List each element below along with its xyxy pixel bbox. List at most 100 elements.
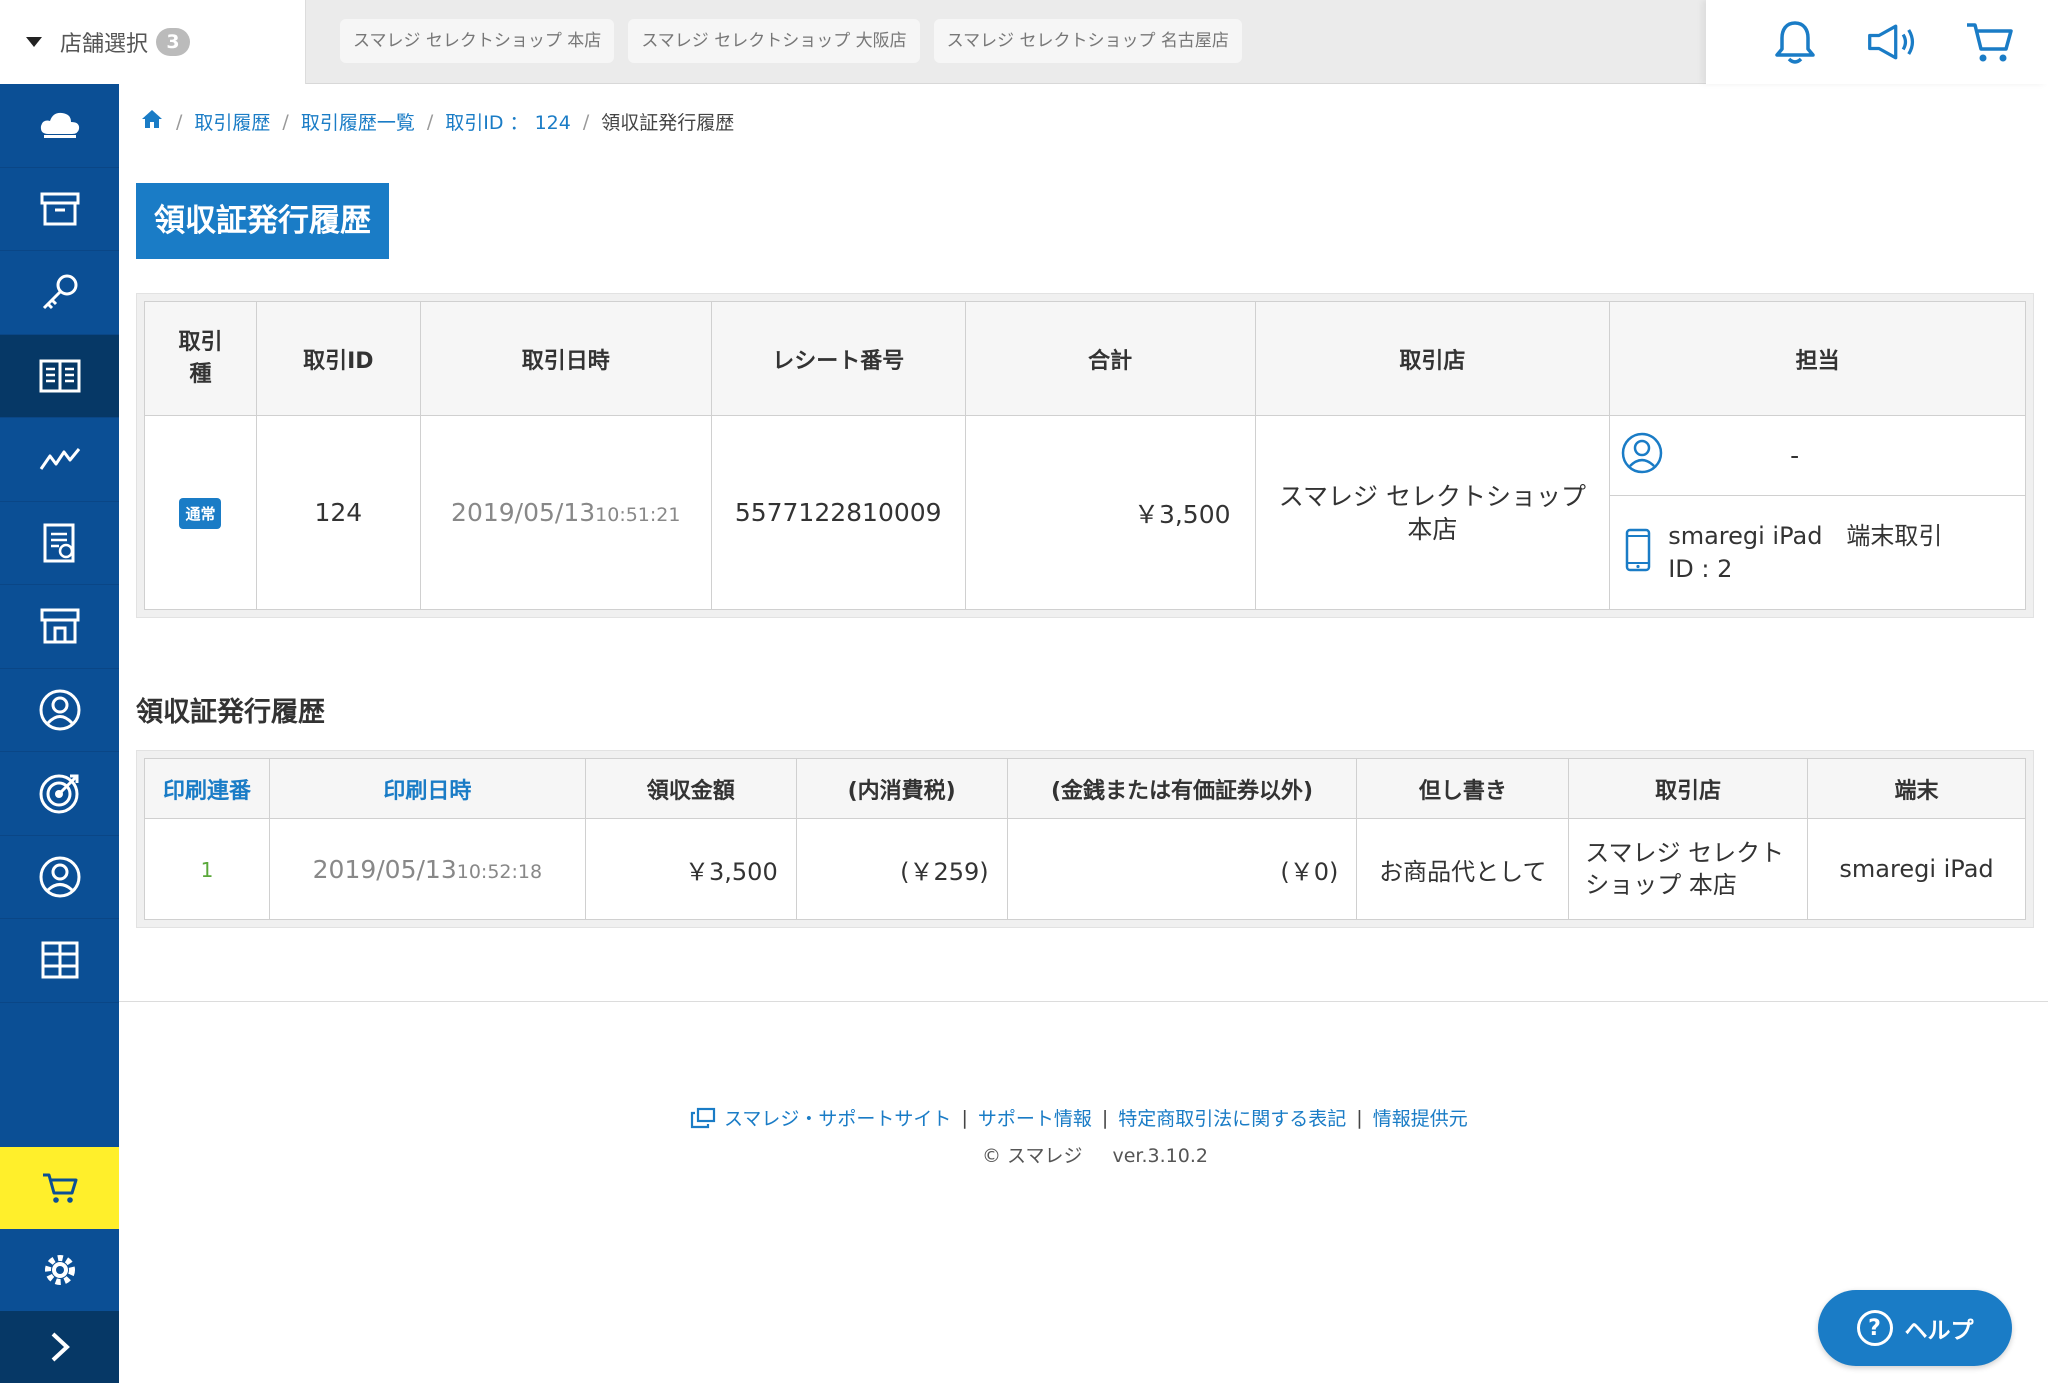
column-header-store: 取引店	[1254, 301, 1611, 416]
external-link-icon	[690, 1107, 716, 1129]
column-header-amount: 領収金額	[584, 758, 797, 819]
receipt-number: 5577122810009	[710, 415, 966, 610]
bell-icon[interactable]	[1769, 16, 1821, 68]
store-tab-honten[interactable]: スマレジ セレクトショップ 本店	[340, 19, 615, 63]
type-cell: 通常	[144, 415, 257, 610]
sidebar-cart-button[interactable]	[0, 1147, 119, 1229]
help-button[interactable]: ? ヘルプ	[1818, 1290, 2012, 1366]
transaction-store-label: スマレジ セレクトショップ 本店	[1278, 481, 1586, 544]
receipt-amount: ￥3,500	[584, 818, 797, 920]
transaction-time: 10:51:21	[595, 504, 681, 526]
footer-separator: |	[1101, 1106, 1109, 1129]
transaction-date: 2019/05/13	[451, 498, 596, 527]
footer-link-legal[interactable]: 特定商取引法に関する表記	[1118, 1104, 1346, 1131]
caret-down-icon	[26, 37, 42, 47]
transaction-store: スマレジ セレクトショップ 本店	[1254, 415, 1611, 610]
key-icon	[42, 274, 77, 310]
column-header-tax: (内消費税)	[795, 758, 1008, 819]
transaction-table: 取引 種 取引ID 取引日時 レシート番号 合計 取引店 担当 通常 124 2…	[144, 301, 2026, 610]
book-icon	[39, 359, 80, 393]
cart-icon[interactable]	[1963, 16, 2015, 68]
transaction-table-wrapper: 取引 種 取引ID 取引日時 レシート番号 合計 取引店 担当 通常 124 2…	[136, 293, 2034, 618]
breadcrumb-current: 領収証発行履歴	[601, 112, 735, 134]
print-seq: 1	[144, 818, 270, 920]
top-bar: 店舗選択 3 スマレジ セレクトショップ 本店 スマレジ セレクトショップ 大阪…	[0, 0, 2048, 84]
footer-link-support-site[interactable]: スマレジ・サポートサイト	[724, 1104, 951, 1131]
store-tab-nagoya[interactable]: スマレジ セレクトショップ 名古屋店	[933, 19, 1242, 63]
sidebar-item-key[interactable]	[0, 251, 119, 335]
breadcrumb-link-history[interactable]: 取引履歴	[194, 108, 270, 135]
table-header-row: 取引 種 取引ID 取引日時 レシート番号 合計 取引店 担当	[144, 301, 2026, 416]
breadcrumb-separator: /	[176, 110, 183, 133]
store-icon	[40, 608, 79, 644]
sidebar-settings-button[interactable]	[0, 1229, 119, 1311]
home-icon[interactable]	[140, 108, 164, 135]
staff-avatar-icon	[1620, 431, 1664, 481]
column-header-id: 取引ID	[255, 301, 421, 416]
question-icon: ?	[1856, 1310, 1893, 1346]
cloud-icon	[40, 113, 79, 139]
version-text: ver.3.10.2	[1112, 1145, 1208, 1167]
transaction-total: ￥3,500	[964, 415, 1256, 610]
target-icon	[39, 774, 78, 814]
column-header-staff: 担当	[1609, 301, 2026, 416]
sidebar-expand-button[interactable]	[0, 1311, 119, 1383]
sidebar-item-staff[interactable]	[0, 836, 119, 919]
footer-link-support-info[interactable]: サポート情報	[978, 1104, 1092, 1131]
transaction-id: 124	[255, 415, 421, 610]
column-header-print-datetime[interactable]: 印刷日時	[268, 758, 586, 819]
person-circle-icon	[39, 856, 80, 898]
sidebar-item-report[interactable]	[0, 502, 119, 585]
table-row: 1 2019/05/1310:52:18 ￥3,500 (￥259) (￥0) …	[144, 818, 2026, 920]
column-header-total: 合計	[964, 301, 1256, 416]
staff-name: -	[1790, 441, 1800, 470]
breadcrumb-separator: /	[426, 110, 434, 133]
footer-link-provider[interactable]: 情報提供元	[1373, 1104, 1468, 1131]
column-header-memo: 但し書き	[1356, 758, 1570, 819]
breadcrumb-link-history-list[interactable]: 取引履歴一覧	[301, 108, 415, 135]
print-date: 2019/05/13	[312, 854, 457, 884]
sidebar-item-analytics[interactable]	[0, 418, 119, 502]
receipt-store: スマレジ セレクト ショップ 本店	[1568, 818, 1809, 920]
sidebar-item-customer[interactable]	[0, 669, 119, 752]
sidebar-item-book[interactable]	[0, 334, 119, 418]
page-title: 領収証発行履歴	[136, 183, 389, 259]
column-header-terminal: 端末	[1807, 758, 2026, 819]
column-header-non-cash: (金銭または有価証券以外)	[1006, 758, 1358, 819]
receipt-memo: お商品代として	[1356, 818, 1570, 920]
terminal-name: smaregi iPad 端末取引	[1668, 521, 1943, 550]
header-label: 取引 種	[178, 329, 223, 387]
breadcrumb-separator: /	[282, 110, 289, 133]
store-select-dropdown[interactable]: 店舗選択 3	[0, 0, 306, 84]
print-time: 10:52:18	[456, 860, 543, 883]
terminal-info: smaregi iPad 端末取引 ID : 2	[1668, 520, 1942, 586]
footer-separator: |	[961, 1106, 968, 1129]
archive-box-icon	[40, 192, 79, 226]
chart-line-icon	[39, 448, 80, 471]
receipt-non-cash: (￥0)	[1006, 818, 1358, 920]
sidebar-item-archive[interactable]	[0, 168, 119, 251]
megaphone-icon[interactable]	[1866, 16, 1918, 68]
sidebar	[0, 84, 119, 1383]
sidebar-item-store[interactable]	[0, 585, 119, 669]
cart-icon	[42, 1173, 77, 1203]
column-header-print-seq[interactable]: 印刷連番	[144, 758, 270, 819]
receipt-history-table: 印刷連番 印刷日時 領収金額 (内消費税) (金銭または有価証券以外) 但し書き…	[144, 758, 2026, 920]
breadcrumb-link-transaction[interactable]: 取引ID ： 124	[445, 108, 571, 135]
sidebar-item-cloud[interactable]	[0, 84, 119, 168]
grid-icon	[41, 941, 78, 979]
column-header-type: 取引 種	[144, 301, 257, 416]
column-header-datetime: 取引日時	[419, 301, 712, 416]
receipt-table-wrapper: 印刷連番 印刷日時 領収金額 (内消費税) (金銭または有価証券以外) 但し書き…	[136, 750, 2034, 928]
column-header-store: 取引店	[1568, 758, 1809, 819]
user-circle-icon	[39, 689, 80, 731]
sidebar-item-apps[interactable]	[0, 919, 119, 1003]
copyright-text: © スマレジ	[982, 1145, 1083, 1167]
transaction-time-wrap: 10:51:21	[595, 498, 680, 527]
sidebar-item-target[interactable]	[0, 752, 119, 836]
breadcrumb: / 取引履歴 / 取引履歴一覧 / 取引ID ： 124 / 領収証発行履歴	[140, 108, 734, 135]
footer-copyright: © スマレジ ver.3.10.2	[982, 1141, 1208, 1168]
help-label: ヘルプ	[1904, 1318, 1974, 1344]
print-seq-value: 1	[200, 858, 214, 882]
store-tab-osaka[interactable]: スマレジ セレクトショップ 大阪店	[628, 19, 920, 63]
